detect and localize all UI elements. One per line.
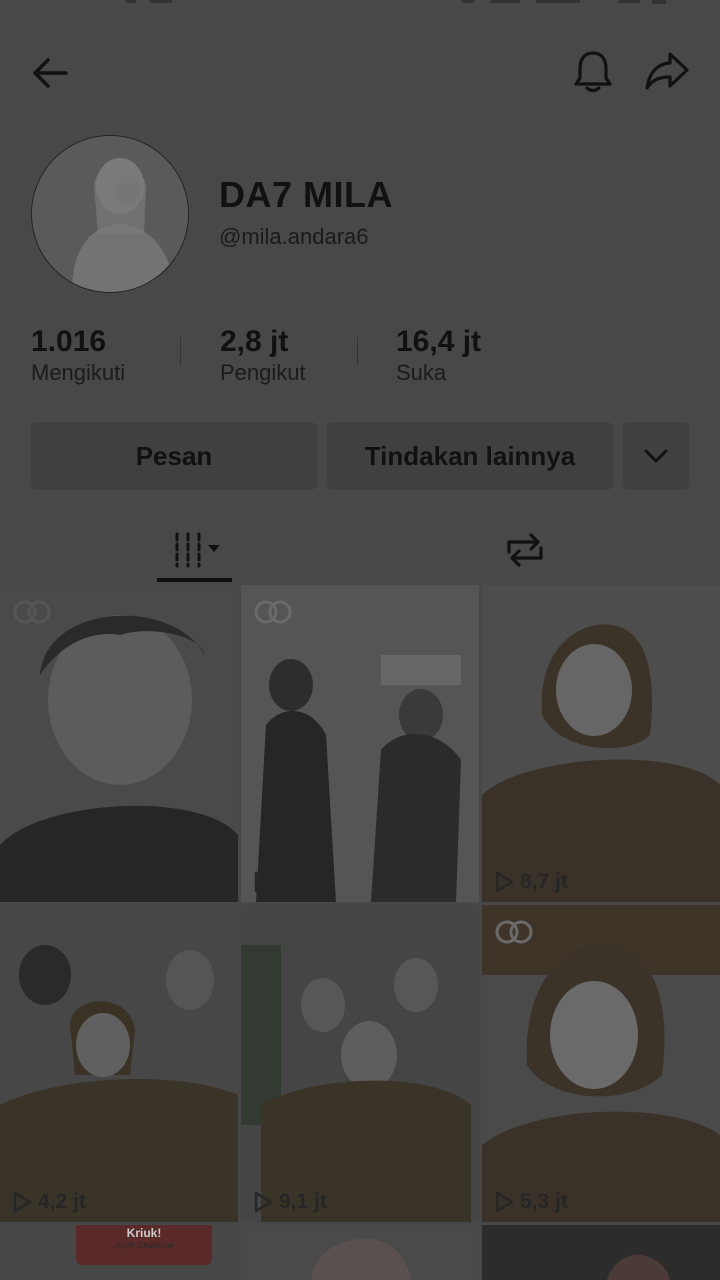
view-count: 8,7 jt [494, 870, 568, 894]
collab-icon [495, 920, 533, 944]
notifications-button[interactable] [566, 44, 620, 98]
view-count: 3,3 jt [253, 870, 327, 894]
tab-selected-indicator [157, 578, 232, 582]
collab-icon [13, 600, 51, 624]
banner-subcaption: Jingle Challenge [114, 1241, 174, 1250]
play-icon [495, 871, 514, 893]
repost-icon [507, 533, 543, 567]
stat-followers[interactable]: 2,8 jt Pengikut [220, 325, 306, 387]
stat-divider [357, 337, 358, 365]
view-count-text: 9,1 jt [279, 1190, 327, 1213]
content-tabs [0, 510, 720, 584]
followers-count: 2,8 jt [220, 325, 289, 358]
play-icon [495, 1191, 514, 1213]
video-thumbnail[interactable]: 4,2 jt [0, 905, 238, 1222]
video-thumbnail[interactable]: 3,3 jt [241, 585, 479, 902]
thumbnail-image [482, 585, 720, 902]
video-thumbnail[interactable] [241, 1225, 479, 1280]
view-count: 4,2 jt [12, 1190, 86, 1214]
video-thumbnail[interactable]: Kriuk! Jingle Challenge [0, 1225, 238, 1280]
banner-caption: Kriuk! [126, 1226, 162, 1240]
video-thumbnail[interactable] [482, 1225, 720, 1280]
chevron-down-icon [644, 449, 668, 463]
status-bar [0, 0, 720, 14]
display-name: DA7 MILA [219, 174, 393, 215]
stat-divider [180, 337, 181, 365]
back-button[interactable] [22, 46, 76, 100]
arrow-left-icon [33, 58, 68, 88]
status-icons [126, 0, 666, 4]
share-icon [645, 52, 689, 90]
view-count: 5,3 jt [494, 1190, 568, 1214]
share-button[interactable] [640, 44, 694, 98]
caret-down-icon [208, 545, 220, 552]
play-icon [13, 1191, 32, 1213]
play-icon [13, 871, 32, 893]
tab-reposts[interactable] [490, 520, 560, 580]
kriuk-banner: Kriuk! Jingle Challenge [76, 1225, 212, 1265]
stat-following[interactable]: 1.016 Mengikuti [31, 325, 125, 387]
username-handle: @mila.andara6 [219, 224, 369, 249]
video-thumbnail[interactable]: 5,3 jt [482, 905, 720, 1222]
followers-label: Pengikut [220, 360, 306, 385]
video-thumbnail[interactable]: 8,7 jt [482, 585, 720, 902]
dropdown-button[interactable] [623, 422, 689, 490]
view-count-text: 3,3 jt [279, 870, 327, 893]
tab-videos[interactable] [157, 520, 237, 580]
collab-icon [254, 600, 292, 624]
view-count-text: 7,9 jt [38, 870, 86, 893]
thumbnail-image [241, 585, 479, 902]
following-label: Mengikuti [31, 360, 126, 385]
thumbnail-image [241, 1225, 479, 1280]
video-grid: 7,9 jt 3,3 jt 8,7 jt 4,2 jt 9,1 jt 5,3 j… [0, 585, 720, 1280]
likes-label: Suka [396, 360, 447, 385]
grid-bars-icon [175, 532, 220, 568]
view-count: 7,9 jt [12, 870, 86, 894]
thumbnail-image [0, 585, 238, 902]
more-actions-button[interactable]: Tindakan lainnya [327, 422, 613, 490]
play-icon [254, 871, 273, 893]
message-button[interactable]: Pesan [31, 422, 317, 490]
video-thumbnail[interactable]: 7,9 jt [0, 585, 238, 902]
thumbnail-image [0, 905, 238, 1222]
bell-icon [574, 51, 612, 93]
likes-count: 16,4 jt [396, 325, 482, 358]
play-icon [254, 1191, 273, 1213]
view-count: 9,1 jt [253, 1190, 327, 1214]
thumbnail-image [241, 905, 479, 1222]
view-count-text: 4,2 jt [38, 1190, 86, 1213]
avatar-photo [32, 136, 188, 292]
video-thumbnail[interactable]: 9,1 jt [241, 905, 479, 1222]
view-count-text: 8,7 jt [520, 870, 568, 893]
following-count: 1.016 [31, 325, 107, 358]
avatar[interactable] [31, 135, 189, 293]
thumbnail-image [482, 905, 720, 1222]
view-count-text: 5,3 jt [520, 1190, 568, 1213]
stat-likes[interactable]: 16,4 jt Suka [396, 325, 481, 387]
thumbnail-image [482, 1225, 720, 1280]
